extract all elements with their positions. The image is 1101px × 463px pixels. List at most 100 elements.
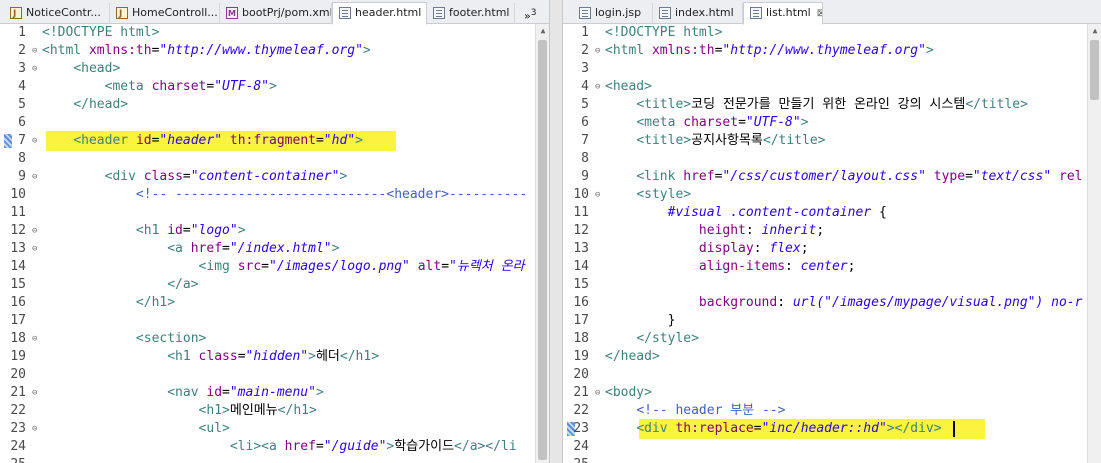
code-line[interactable]: 1 <!DOCTYPE html> — [563, 24, 1101, 42]
code-line[interactable]: 8 — [563, 150, 1101, 168]
code-line[interactable]: 6 <meta charset="UTF-8"> — [563, 114, 1101, 132]
fold-toggle-icon[interactable]: ⊖ — [32, 330, 37, 348]
fold-toggle-icon[interactable]: ⊖ — [32, 42, 37, 60]
fold-toggle-icon[interactable]: ⊖ — [32, 420, 37, 438]
fold-toggle-icon[interactable]: ⊖ — [32, 132, 37, 150]
code-line[interactable]: 1 <!DOCTYPE html> — [0, 24, 549, 42]
code-line[interactable]: 18 </style> — [563, 330, 1101, 348]
scroll-up-icon[interactable]: ▲ — [1088, 24, 1101, 38]
code-text: </style> — [636, 331, 699, 346]
code-line[interactable]: 23 <div th:replace="inc/header::hd"></di… — [563, 420, 1101, 438]
code-line[interactable]: 19 <h1 class="hidden">헤더</h1> — [0, 348, 549, 366]
code-line[interactable]: 24 — [563, 438, 1101, 456]
code-line[interactable]: 6 — [0, 114, 549, 132]
left-editor-pane[interactable]: NoticeContr... HomeControll... bootPrj/pom… — [0, 0, 549, 463]
fold-toggle-icon[interactable]: ⊖ — [32, 240, 37, 258]
code-line[interactable]: 15 </a> — [0, 276, 549, 294]
tab-list-html[interactable]: list.html ⊠ — [743, 2, 823, 25]
code-line[interactable]: 20 — [0, 366, 549, 384]
code-line[interactable]: 24 <li><a href="/guide">학습가이드</a></li — [0, 438, 549, 456]
tab-header-html[interactable]: header.html⊠ — [332, 2, 427, 25]
code-line[interactable]: 10 <!-- ---------------------------<head… — [0, 186, 549, 204]
vertical-scrollbar[interactable]: ▲ — [535, 24, 549, 463]
code-line[interactable]: 15 — [563, 276, 1101, 294]
scrollbar-thumb[interactable] — [1090, 40, 1099, 100]
line-number: 12 — [10, 223, 26, 238]
code-line[interactable]: 7 <title>공지사항목록</title> — [563, 132, 1101, 150]
code-line[interactable]: 7 ⊖ <header id="header" th:fragment="hd"> — [0, 132, 549, 150]
code-text: <html xmlns:th="http://www.thymeleaf.org… — [42, 43, 371, 58]
code-line[interactable]: 10 ⊖ <style> — [563, 186, 1101, 204]
pane-divider[interactable] — [549, 0, 563, 463]
code-line[interactable]: 9 ⊖ <div class="content-container"> — [0, 168, 549, 186]
close-tab-icon[interactable]: ⊠ — [817, 4, 822, 24]
left-code-editor[interactable]: 1 <!DOCTYPE html> 2 ⊖ <html xmlns:th="http:/… — [0, 24, 549, 463]
code-line[interactable]: 12 ⊖ <h1 id="logo"> — [0, 222, 549, 240]
html-file-icon — [659, 7, 671, 19]
code-text: height: inherit; — [698, 223, 825, 238]
code-line[interactable]: 5 <title>코딩 전문가를 만들기 위한 온라인 강의 시스템</titl… — [563, 96, 1101, 114]
fold-toggle-icon[interactable]: ⊖ — [595, 78, 600, 96]
tab-homecontroll[interactable]: HomeControll... — [110, 3, 220, 24]
fold-toggle-icon[interactable]: ⊖ — [595, 384, 600, 402]
code-line[interactable]: 20 — [563, 366, 1101, 384]
scrollbar-thumb[interactable] — [538, 40, 547, 460]
fold-toggle-icon[interactable]: ⊖ — [32, 168, 37, 186]
tab-index-html[interactable]: index.html — [653, 3, 743, 24]
code-line[interactable]: 22 <!-- header 부분 --> — [563, 402, 1101, 420]
line-number: 19 — [10, 349, 26, 364]
line-number: 10 — [573, 187, 589, 202]
tab-label: bootPrj/pom.xml — [242, 6, 332, 19]
right-code-editor[interactable]: 1 <!DOCTYPE html> 2 ⊖ <html xmlns:th="http:/… — [563, 24, 1101, 463]
code-text: <div th:replace="inc/header::hd"></div> — [636, 421, 942, 436]
code-line[interactable]: 14 <img src="/images/logo.png" alt="뉴렉처 … — [0, 258, 549, 276]
line-number: 2 — [581, 43, 589, 58]
code-line[interactable]: 22 <h1>메인메뉴</h1> — [0, 402, 549, 420]
fold-toggle-icon[interactable]: ⊖ — [595, 42, 600, 60]
code-text: <li><a href="/guide">학습가이드</a></li — [229, 439, 517, 454]
code-line[interactable]: 5 </head> — [0, 96, 549, 114]
scroll-up-icon[interactable]: ▲ — [536, 24, 549, 38]
code-line[interactable]: 17 — [0, 312, 549, 330]
line-number: 23 — [10, 421, 26, 436]
line-number: 12 — [573, 223, 589, 238]
code-line[interactable]: 13 display: flex; — [563, 240, 1101, 258]
code-line[interactable]: 3 ⊖ <head> — [0, 60, 549, 78]
code-line[interactable]: 21 ⊖ <nav id="main-menu"> — [0, 384, 549, 402]
code-line[interactable]: 18 ⊖ <section> — [0, 330, 549, 348]
fold-toggle-icon[interactable]: ⊖ — [32, 60, 37, 78]
tab-bootprj-pom-xml[interactable]: bootPrj/pom.xml — [220, 3, 332, 24]
code-line[interactable]: 16 </h1> — [0, 294, 549, 312]
code-line[interactable]: 12 height: inherit; — [563, 222, 1101, 240]
code-line[interactable]: 16 background: url("/images/mypage/visua… — [563, 294, 1101, 312]
code-line[interactable]: 3 — [563, 60, 1101, 78]
code-line[interactable]: 13 ⊖ <a href="/index.html"> — [0, 240, 549, 258]
code-line[interactable]: 25 — [0, 456, 549, 463]
code-line[interactable]: 2 ⊖ <html xmlns:th="http://www.thymeleaf.o… — [0, 42, 549, 60]
code-line[interactable]: 21 ⊖ <body> — [563, 384, 1101, 402]
fold-toggle-icon[interactable]: ⊖ — [595, 186, 600, 204]
fold-toggle-icon[interactable]: ⊖ — [32, 222, 37, 240]
vertical-scrollbar[interactable]: ▲ — [1087, 24, 1101, 463]
code-line[interactable]: 11 — [0, 204, 549, 222]
code-text: <img src="/images/logo.png" alt="뉴렉처 온라 — [198, 259, 525, 274]
code-line[interactable]: 11 #visual .content-container { — [563, 204, 1101, 222]
tab-overflow-button[interactable]: »3 — [518, 3, 548, 24]
tab-noticecontr[interactable]: NoticeContr... — [4, 3, 110, 24]
tab-login-jsp[interactable]: login.jsp — [573, 3, 653, 24]
line-number: 14 — [10, 259, 26, 274]
tab-footer-html[interactable]: footer.html — [427, 3, 515, 24]
fold-toggle-icon[interactable]: ⊖ — [32, 384, 37, 402]
code-line[interactable]: 23 ⊖ <ul> — [0, 420, 549, 438]
code-line[interactable]: 4 ⊖ <head> — [563, 78, 1101, 96]
code-line[interactable]: 25 — [563, 456, 1101, 463]
code-line[interactable]: 14 align-items: center; — [563, 258, 1101, 276]
code-line[interactable]: 2 ⊖ <html xmlns:th="http://www.thymeleaf.o… — [563, 42, 1101, 60]
code-line[interactable]: 17 } — [563, 312, 1101, 330]
code-text: <style> — [636, 187, 692, 202]
code-line[interactable]: 19 </head> — [563, 348, 1101, 366]
code-line[interactable]: 4 <meta charset="UTF-8"> — [0, 78, 549, 96]
code-line[interactable]: 9 <link href="/css/customer/layout.css" … — [563, 168, 1101, 186]
right-editor-pane[interactable]: login.jsp index.html list.html ⊠ 1 <!DOCTYPE… — [563, 0, 1101, 463]
code-line[interactable]: 8 — [0, 150, 549, 168]
